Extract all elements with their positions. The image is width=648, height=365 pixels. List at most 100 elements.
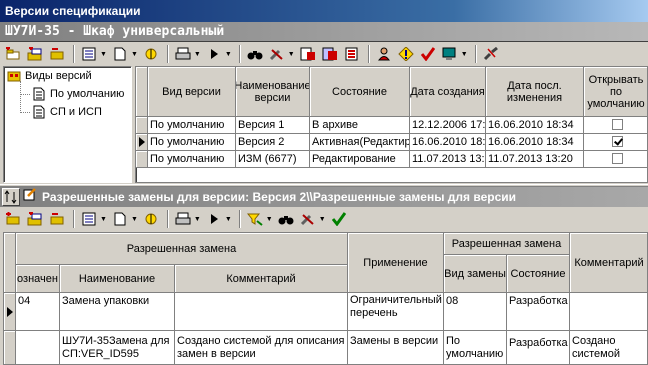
chevron-down-icon[interactable]: ▼ (266, 216, 273, 223)
cell-kind[interactable]: По умолчанию (148, 117, 236, 134)
cell-comment[interactable] (175, 293, 348, 331)
chevron-down-icon[interactable]: ▼ (100, 51, 107, 58)
document-icon[interactable] (110, 210, 130, 228)
row-indicator-current[interactable] (4, 293, 16, 331)
col-header-designation[interactable]: означен (16, 265, 60, 293)
cell-kind[interactable]: По умолчанию (148, 151, 236, 168)
remove-icon[interactable] (47, 45, 67, 63)
cell-comment[interactable]: Создано системой для описания замен в ве… (175, 331, 348, 364)
tools-icon[interactable] (298, 210, 318, 228)
col-header-open-default[interactable]: Открывать по умолчанию (584, 67, 647, 117)
add-icon[interactable] (3, 45, 23, 63)
cell-kind[interactable]: По умолчанию (444, 331, 507, 364)
info-icon[interactable] (396, 45, 416, 63)
cell-created[interactable]: 11.07.2013 13: (410, 151, 486, 168)
run-icon[interactable] (204, 210, 224, 228)
cell-name[interactable]: Версия 2 (236, 134, 310, 151)
filter-icon[interactable] (245, 210, 265, 228)
chevron-down-icon[interactable]: ▼ (100, 216, 107, 223)
open-default-checkbox[interactable] (611, 153, 623, 164)
chevron-down-icon[interactable]: ▼ (319, 216, 326, 223)
open-default-checkbox-checked[interactable] (611, 136, 623, 147)
user-icon[interactable] (374, 45, 394, 63)
row-indicator[interactable] (4, 331, 16, 364)
cell-created[interactable]: 16.06.2010 18: (410, 134, 486, 151)
cell-state[interactable]: Активная(Редактир (310, 134, 410, 151)
cell-name[interactable]: Версия 1 (236, 117, 310, 134)
cell-state[interactable]: Разработка (507, 331, 570, 364)
col-header-name[interactable]: Наименование (60, 265, 175, 293)
add-child-icon[interactable] (25, 45, 45, 63)
chevron-down-icon[interactable]: ▼ (131, 216, 138, 223)
chevron-down-icon[interactable]: ▼ (225, 51, 232, 58)
chevron-down-icon[interactable]: ▼ (194, 51, 201, 58)
cell-name[interactable]: ИЗМ (6677) (236, 151, 310, 168)
cell-application[interactable]: Замены в версии (348, 331, 444, 364)
print-icon[interactable] (173, 45, 193, 63)
cell-application[interactable]: Ограничительный перечень (348, 293, 444, 331)
chevron-down-icon[interactable]: ▼ (461, 51, 468, 58)
add-child-icon[interactable] (25, 210, 45, 228)
monitor-icon[interactable] (440, 45, 460, 63)
row-indicator-current[interactable] (136, 134, 148, 151)
chevron-down-icon[interactable]: ▼ (225, 216, 232, 223)
print-icon[interactable] (173, 210, 193, 228)
col-header-state[interactable]: Состояние (507, 255, 570, 293)
col-header-comment2[interactable]: Комментарий (570, 233, 647, 293)
disconnect-icon[interactable] (481, 45, 501, 63)
chevron-down-icon[interactable]: ▼ (131, 51, 138, 58)
cell-open-default[interactable] (584, 134, 647, 151)
search-icon[interactable] (245, 45, 265, 63)
cell-modified[interactable]: 11.07.2013 13:20 (486, 151, 584, 168)
search-icon[interactable] (276, 210, 296, 228)
run-icon[interactable] (204, 45, 224, 63)
cell-state[interactable]: В архиве (310, 117, 410, 134)
add-icon[interactable] (3, 210, 23, 228)
properties-icon[interactable] (79, 210, 99, 228)
row-indicator[interactable] (136, 117, 148, 134)
cell-state[interactable]: Разработка (507, 293, 570, 331)
col-header-modified[interactable]: Дата посл. изменения (486, 67, 584, 117)
check-red-icon[interactable] (418, 45, 438, 63)
row-indicator[interactable] (136, 151, 148, 168)
wizard-icon[interactable] (141, 210, 161, 228)
cell-comment2[interactable]: Создано системой (570, 331, 647, 364)
tree-item-sp-isp[interactable]: СП и ИСП (32, 103, 102, 121)
version-kinds-tree[interactable]: Виды версий По умолчанию СП и ИСП (3, 66, 132, 183)
tools-icon[interactable] (267, 45, 287, 63)
cell-designation[interactable] (16, 331, 60, 364)
cell-designation[interactable]: 04 (16, 293, 60, 331)
open-default-checkbox[interactable] (611, 119, 623, 130)
cell-comment2[interactable] (570, 293, 647, 331)
tree-item-default[interactable]: По умолчанию (32, 85, 124, 103)
chevron-down-icon[interactable]: ▼ (288, 51, 295, 58)
col-header-comment[interactable]: Комментарий (175, 265, 348, 293)
col-header-kind[interactable]: Вид версии (148, 67, 236, 117)
cell-kind[interactable]: 08 (444, 293, 507, 331)
col-header-kind[interactable]: Вид замены (444, 255, 507, 293)
col-header-application[interactable]: Применение (348, 233, 444, 293)
properties-icon[interactable] (79, 45, 99, 63)
check-green-icon[interactable] (329, 210, 349, 228)
document-icon[interactable] (110, 45, 130, 63)
col-header-name[interactable]: Наименование версии (236, 67, 310, 117)
cell-kind[interactable]: По умолчанию (148, 134, 236, 151)
cell-state[interactable]: Редактирование (310, 151, 410, 168)
cell-name[interactable]: Замена упаковки (60, 293, 175, 331)
sort-toggle-icon[interactable] (2, 188, 20, 206)
cell-open-default[interactable] (584, 117, 647, 134)
cell-modified[interactable]: 16.06.2010 18:34 (486, 117, 584, 134)
wizard-icon[interactable] (141, 45, 161, 63)
cell-name[interactable]: ШУ7И-35Замена для СП:VER_ID595 (60, 331, 175, 364)
remove-icon[interactable] (47, 210, 67, 228)
col-header-state[interactable]: Состояние (310, 67, 410, 117)
report-copy-icon[interactable] (320, 45, 340, 63)
chevron-down-icon[interactable]: ▼ (194, 216, 201, 223)
col-header-created[interactable]: Дата создания (410, 67, 486, 117)
cell-created[interactable]: 12.12.2006 17: (410, 117, 486, 134)
report-icon[interactable] (298, 45, 318, 63)
report-list-icon[interactable] (342, 45, 362, 63)
cell-modified[interactable]: 16.06.2010 18:34 (486, 134, 584, 151)
tree-item-version-kinds[interactable]: Виды версий (7, 67, 92, 85)
cell-open-default[interactable] (584, 151, 647, 168)
